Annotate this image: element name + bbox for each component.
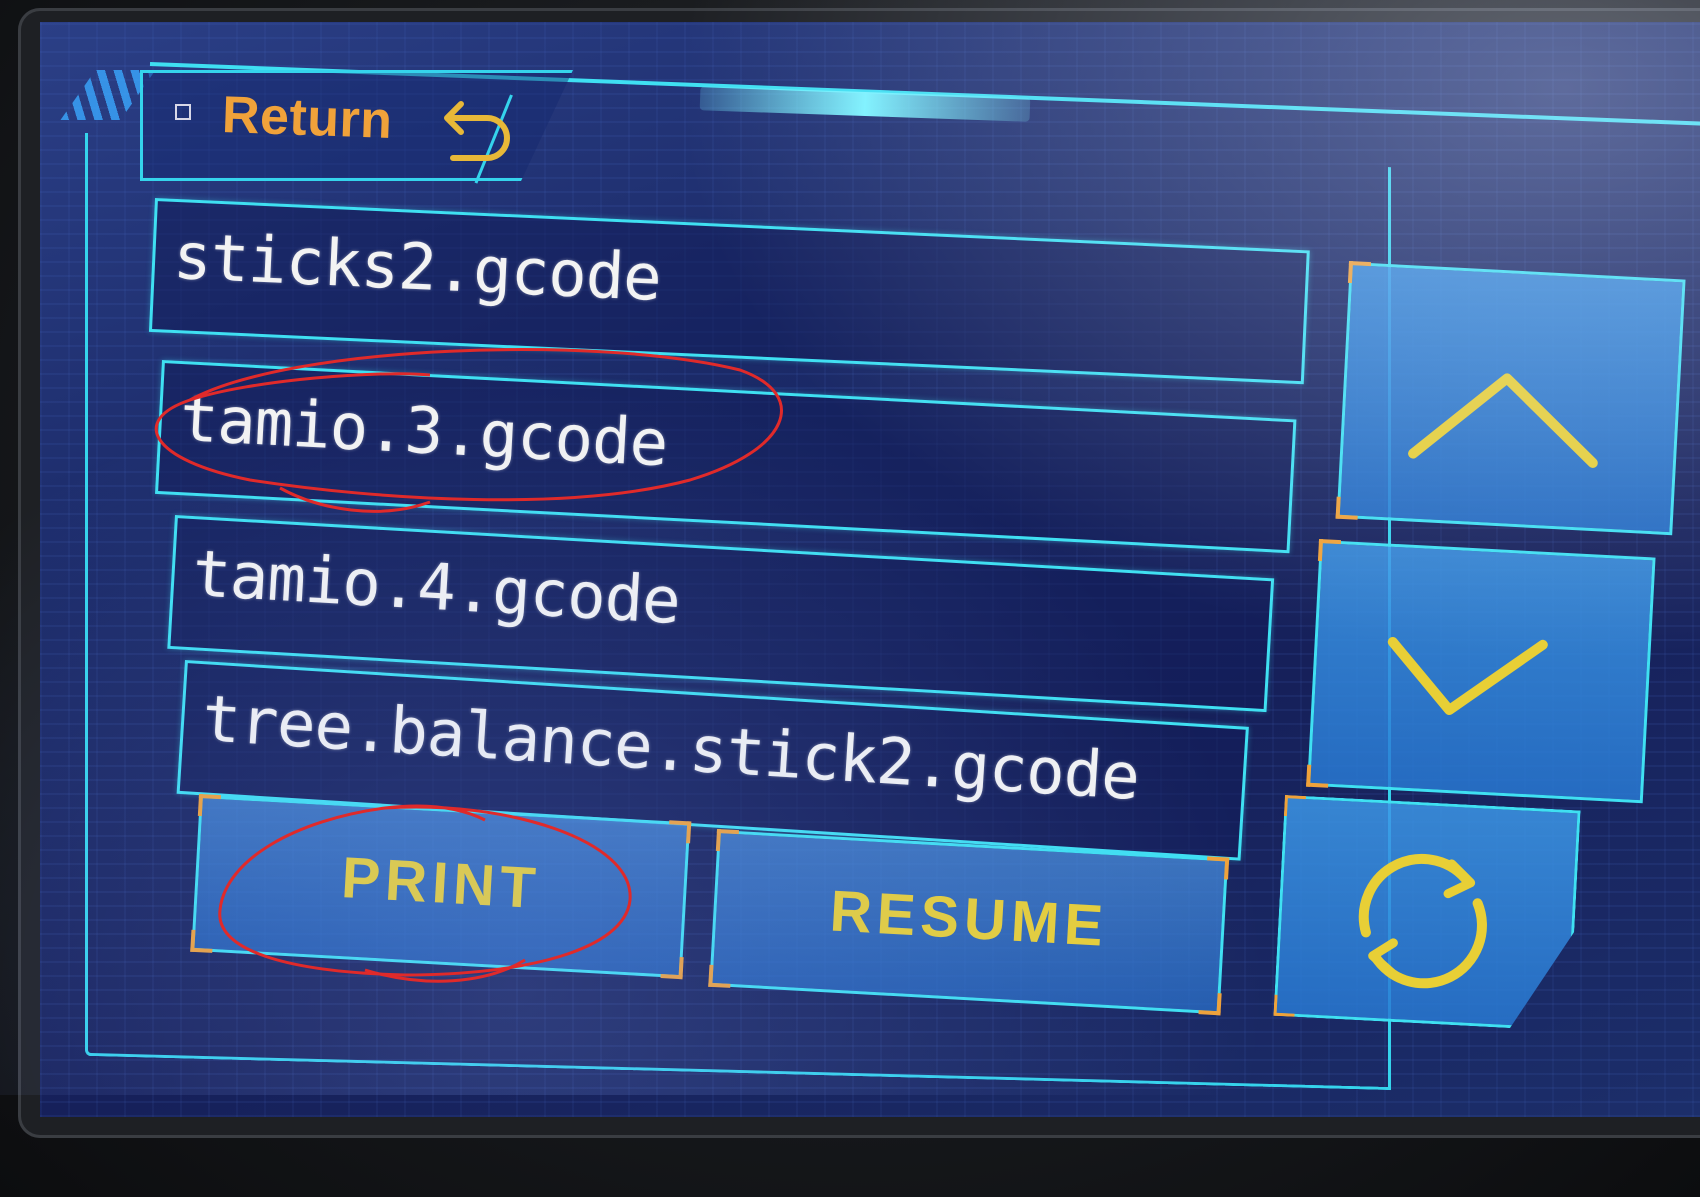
resume-button[interactable]: RESUME bbox=[708, 828, 1230, 1016]
refresh-icon bbox=[1333, 836, 1511, 995]
file-name: tamio.3.gcode bbox=[177, 382, 670, 482]
corner-mark bbox=[1335, 496, 1359, 520]
file-name: tamio.4.gcode bbox=[190, 537, 682, 640]
scroll-down-button[interactable] bbox=[1306, 538, 1656, 804]
corner-mark bbox=[1317, 538, 1342, 563]
corner-mark bbox=[708, 964, 732, 988]
resume-label: RESUME bbox=[828, 878, 1110, 959]
corner-mark bbox=[668, 820, 692, 844]
file-name: sticks2.gcode bbox=[171, 219, 663, 316]
chevron-down-icon bbox=[1387, 636, 1548, 715]
return-square-icon bbox=[175, 104, 191, 120]
corner-mark bbox=[1206, 856, 1230, 880]
print-label: PRINT bbox=[339, 845, 543, 922]
corner-mark bbox=[660, 956, 684, 980]
corner-mark bbox=[1347, 260, 1372, 285]
corner-mark bbox=[190, 929, 214, 953]
corner-mark bbox=[1306, 764, 1330, 788]
return-label[interactable]: Return bbox=[221, 85, 394, 151]
corner-mark bbox=[1283, 794, 1306, 817]
scroll-up-button[interactable] bbox=[1335, 260, 1686, 536]
corner-mark bbox=[715, 828, 740, 853]
return-arrow-icon[interactable] bbox=[435, 92, 513, 166]
chevron-up-icon bbox=[1408, 373, 1598, 468]
corner-mark bbox=[1198, 992, 1222, 1016]
corner-mark bbox=[1272, 995, 1295, 1018]
print-button[interactable]: PRINT bbox=[190, 793, 692, 980]
corner-mark bbox=[197, 793, 222, 818]
